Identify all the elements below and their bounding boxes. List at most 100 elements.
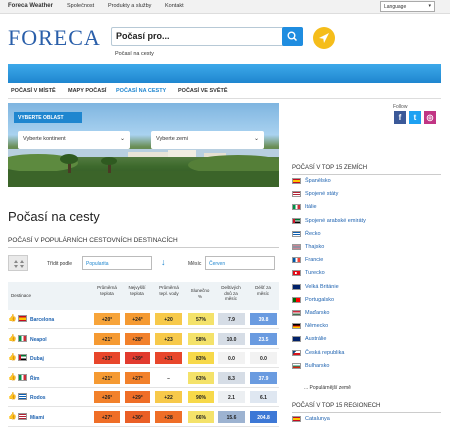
table-cell: +20 — [155, 313, 182, 325]
table-row[interactable]: 👍 Neapol +21° +28° +23 58% 10.0 23.5 — [8, 329, 279, 349]
col-rain-amount[interactable]: Déšť za měsíc — [250, 285, 276, 296]
country-label: Francie — [305, 257, 324, 264]
instagram-icon[interactable]: ◎ — [424, 111, 436, 124]
nav-local-weather[interactable]: POČASÍ V MÍSTĚ — [11, 88, 56, 94]
destination-link[interactable]: Řím — [30, 376, 39, 382]
language-label: Language — [384, 4, 407, 10]
table-cell: +20° — [94, 313, 120, 325]
table-cell: +22 — [155, 391, 182, 403]
table-cell: 10.0 — [218, 332, 245, 345]
table-row[interactable]: 👍 Rodos +26° +29° +22 90% 2.1 6.1 — [8, 388, 279, 407]
destination-link[interactable]: Miami — [30, 415, 44, 421]
table-cell: 2.1 — [218, 391, 245, 403]
locate-button[interactable] — [313, 27, 335, 49]
thumbs-up-icon[interactable]: 👍 — [8, 334, 17, 342]
nav-world-weather[interactable]: POČASÍ VE SVĚTĚ — [178, 88, 228, 94]
sort-direction-icon[interactable]: ↓ — [161, 257, 166, 267]
thumbs-up-icon[interactable]: 👍 — [8, 314, 17, 322]
table-row[interactable]: 👍 Řím +21° +27° –63% 8.3 37.9 — [8, 368, 279, 388]
chevron-down-icon: ⌄ — [119, 136, 125, 142]
thumbs-up-icon[interactable]: 👍 — [8, 373, 17, 381]
table-cell: 23.5 — [250, 332, 277, 345]
divider — [292, 174, 441, 175]
sort-by-value: Popularita — [86, 261, 109, 267]
destination-link[interactable]: Rodos — [30, 395, 46, 401]
region-picker-hero: VYBERTE OBLAST Vyberte kontinent ⌄ Vyber… — [8, 103, 279, 187]
table-cell: 7.9 — [218, 313, 245, 325]
sort-by-select[interactable]: Popularita — [82, 256, 152, 270]
country-label: Thajsko — [305, 244, 325, 250]
thumbs-up-icon[interactable]: 👍 — [8, 392, 17, 400]
country-label: Spojené arabské emiráty — [305, 217, 366, 224]
table-cell: +21° — [94, 371, 120, 384]
more-countries-link[interactable]: ... Populárnější země — [304, 385, 351, 391]
table-cell: +24° — [125, 313, 150, 325]
col-avg-temp[interactable]: Průměrná teplota — [94, 285, 120, 296]
page-title: Počasí na cesty — [8, 209, 100, 224]
usa-flag-icon — [18, 412, 27, 420]
month-select[interactable]: Červen — [205, 256, 275, 270]
table-row[interactable]: 👍 Barcelona +20° +24° +20 57% 7.9 39.8 — [8, 310, 279, 329]
country-select[interactable]: Vyberte zemi ⌄ — [151, 131, 264, 149]
col-water-temp[interactable]: Průměrná tepl. vody — [155, 285, 183, 296]
table-cell: +26° — [94, 391, 120, 403]
greece-flag-icon — [292, 230, 301, 237]
table-cell: 37.9 — [250, 371, 277, 384]
country-label: Portugalsko — [305, 296, 335, 303]
country-label: Itálie — [305, 204, 317, 211]
brand-link[interactable]: Foreca Weather — [8, 3, 53, 9]
products-link[interactable]: Produkty a služby — [108, 3, 151, 9]
travel-weather-link[interactable]: Počasí na cesty — [115, 51, 154, 57]
table-cell: +28° — [125, 332, 150, 345]
greece-flag-icon — [18, 393, 27, 400]
table-row[interactable]: 👍 Dubaj +33° +39° +31 83% 0.0 0.0 — [8, 349, 279, 368]
bulgaria-flag-icon — [292, 362, 301, 369]
thumbs-up-icon[interactable]: 👍 — [8, 412, 17, 420]
contact-link[interactable]: Kontakt — [165, 3, 184, 9]
table-cell: 204.8 — [250, 410, 277, 423]
italy-flag-icon — [18, 334, 27, 342]
table-cell: +23 — [155, 332, 182, 345]
location-arrow-icon — [319, 33, 329, 43]
destination-link[interactable]: Neapol — [30, 337, 47, 343]
facebook-icon[interactable]: f — [394, 111, 406, 124]
search-button[interactable] — [282, 27, 303, 46]
table-cell: 0.0 — [218, 352, 245, 364]
col-rain-days[interactable]: Deštivých dnů za měsíc — [218, 285, 244, 302]
country-label: Česká republika — [305, 349, 345, 356]
italy-flag-icon — [18, 373, 27, 381]
nav-weather-maps[interactable]: MAPY POČASÍ — [68, 88, 106, 94]
table-cell: 6.1 — [250, 391, 277, 403]
italy-flag-icon — [292, 204, 301, 211]
month-value: Červen — [209, 261, 226, 267]
czech-flag-icon — [292, 349, 301, 356]
continent-select[interactable]: Vyberte kontinent ⌄ — [18, 131, 130, 149]
search-box[interactable]: Počasí pro... — [111, 27, 303, 46]
col-sunny[interactable]: Slunečno % — [188, 288, 212, 299]
nav-travel-weather[interactable]: POČASÍ NA CESTY — [116, 88, 166, 94]
table-cell: +27° — [125, 371, 150, 384]
chevron-down-icon: ▾ — [428, 3, 431, 9]
country-select-label: Vyberte zemi — [156, 136, 188, 142]
language-select[interactable]: Language ▾ — [380, 1, 435, 12]
thailand-flag-icon — [292, 244, 301, 250]
table-cell: 83% — [188, 352, 214, 364]
portugal-flag-icon — [292, 296, 301, 303]
table-cell: 15.6 — [218, 410, 245, 423]
search-input[interactable]: Počasí pro... — [116, 31, 170, 41]
destination-link[interactable]: Barcelona — [30, 317, 54, 323]
destination-link[interactable]: Dubaj — [30, 356, 44, 362]
top-regions-title: POČASÍ V TOP 15 REGIONECH — [292, 403, 381, 409]
sort-order-toggle[interactable] — [8, 255, 28, 271]
thumbs-up-icon[interactable]: 👍 — [8, 353, 17, 361]
col-destination[interactable]: Destinace — [11, 293, 31, 299]
col-max-temp[interactable]: Nejvyšší teplota — [125, 285, 149, 296]
foreca-logo[interactable]: FORECA — [8, 25, 101, 51]
usa-flag-icon — [292, 191, 301, 198]
country-label: Maďarsko — [305, 310, 330, 316]
table-row[interactable]: 👍 Miami +27° +30° +28 66% 15.6 204.8 — [8, 407, 279, 427]
spain-flag-icon — [18, 315, 27, 322]
company-link[interactable]: Společnost — [67, 3, 94, 9]
germany-flag-icon — [292, 323, 301, 330]
twitter-icon[interactable]: t — [409, 111, 421, 124]
